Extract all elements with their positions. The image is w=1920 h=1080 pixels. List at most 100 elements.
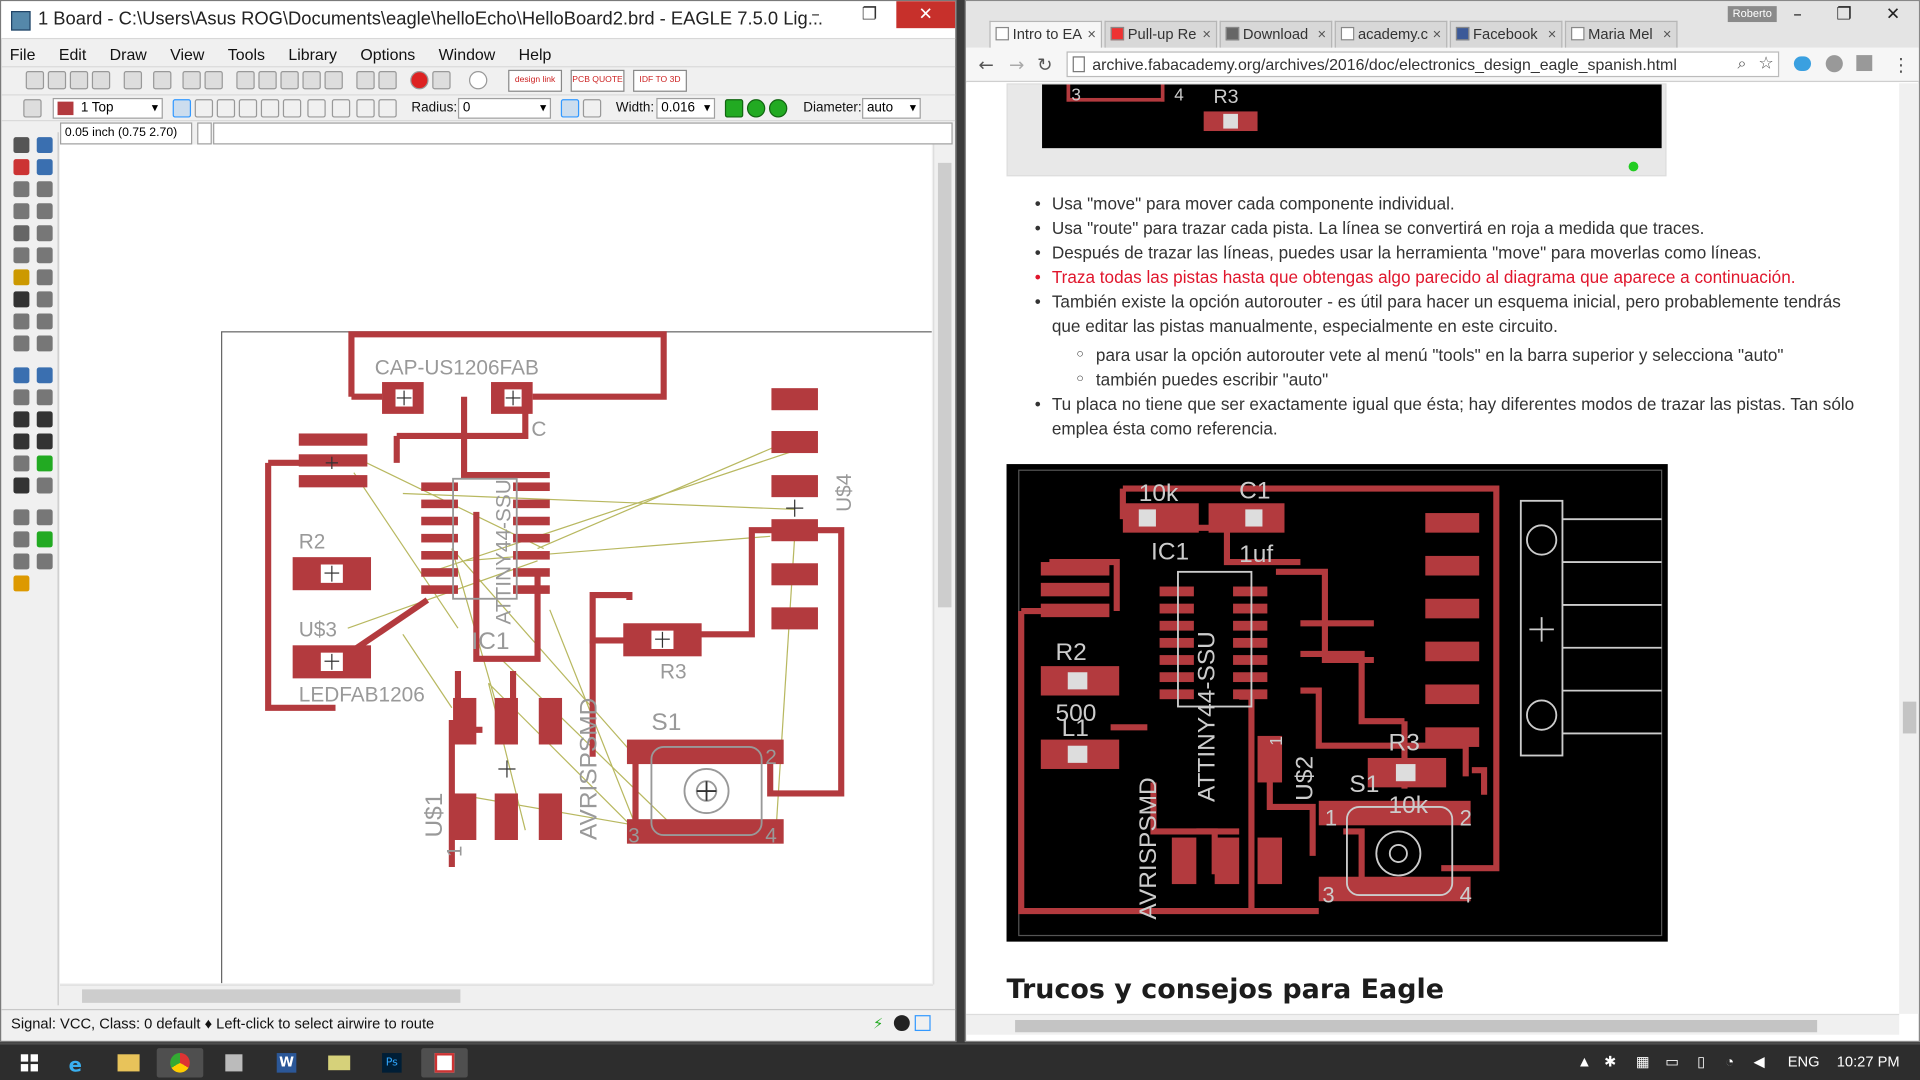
smash-tool-icon[interactable]	[36, 313, 53, 330]
browser-tab[interactable]: Facebook ×	[1449, 20, 1563, 48]
rotate-tool-icon[interactable]	[36, 203, 53, 220]
page-vertical-scrollbar[interactable]	[1899, 83, 1919, 1014]
close-button[interactable]: ✕	[896, 1, 956, 29]
paste-tool-icon[interactable]	[13, 247, 30, 264]
vertical-scroll-thumb[interactable]	[937, 162, 952, 608]
wire-bend-0-icon[interactable]	[172, 99, 192, 118]
split-tool-icon[interactable]	[36, 335, 53, 352]
show-tool-icon[interactable]	[36, 137, 53, 154]
display-icon[interactable]	[182, 71, 201, 90]
value-tool-icon[interactable]	[13, 313, 30, 330]
tray-wifi-icon[interactable]: ◔	[1725, 1053, 1734, 1070]
undo-icon[interactable]	[356, 71, 375, 90]
wire-bend-4-icon[interactable]	[260, 99, 280, 118]
rect-tool-icon[interactable]	[36, 433, 53, 450]
maximize-button[interactable]: ❐	[842, 1, 896, 28]
menu-file[interactable]: File	[1, 43, 44, 67]
canvas-vertical-scrollbar[interactable]	[933, 144, 954, 985]
change-tool-icon[interactable]	[36, 225, 53, 242]
layer-select[interactable]: 1 Top	[52, 97, 163, 119]
script-icon[interactable]	[123, 71, 143, 90]
tab-close-icon[interactable]: ×	[1318, 22, 1327, 46]
redraw-icon[interactable]	[324, 71, 343, 90]
browser-tab[interactable]: Pull-up Re ×	[1104, 20, 1218, 48]
zoom-select-icon[interactable]	[302, 71, 321, 90]
tab-close-icon[interactable]: ×	[1433, 22, 1442, 46]
signal-tool-icon[interactable]	[36, 477, 53, 494]
tab-close-icon[interactable]: ×	[1087, 22, 1096, 46]
wire-tool-icon[interactable]	[36, 389, 53, 406]
address-bar[interactable]: archive.fabacademy.org/archives/2016/doc…	[1066, 51, 1780, 78]
info-icon[interactable]	[893, 1015, 910, 1032]
name-tool-icon[interactable]	[36, 291, 53, 308]
idf-3d-button[interactable]: IDF TO 3D	[633, 69, 687, 92]
via-octagon-icon[interactable]	[768, 99, 788, 118]
photoshop-icon[interactable]: Ps	[369, 1048, 416, 1077]
profile-badge[interactable]: Roberto	[1727, 6, 1777, 23]
search-icon[interactable]: ⌕	[1738, 55, 1747, 73]
erc-tool-icon[interactable]	[13, 553, 30, 570]
ie-icon[interactable]: e	[54, 1048, 101, 1077]
miter-round-icon[interactable]	[560, 99, 580, 118]
arc-tool-icon[interactable]	[13, 433, 30, 450]
tray-chevron-icon[interactable]: ▲	[1577, 1053, 1592, 1070]
radius-select[interactable]: 0	[457, 97, 552, 119]
polygon-tool-icon[interactable]	[13, 455, 30, 472]
skype-extension-icon[interactable]	[1825, 55, 1843, 73]
browser-tab[interactable]: Maria Mel ×	[1564, 20, 1678, 48]
design-link-button[interactable]: design link	[508, 69, 563, 92]
open-icon[interactable]	[25, 71, 45, 90]
zoom-in-icon[interactable]	[258, 71, 277, 90]
command-input[interactable]	[213, 122, 953, 145]
back-icon[interactable]: ←	[978, 54, 993, 76]
menu-tools[interactable]: Tools	[219, 43, 273, 67]
menu-view[interactable]: View	[162, 43, 213, 67]
horizontal-scroll-thumb[interactable]	[82, 989, 461, 1003]
forward-icon[interactable]: →	[1009, 54, 1024, 76]
ratsnest-tool-icon[interactable]	[13, 531, 30, 548]
redo-icon[interactable]	[378, 71, 397, 90]
chrome-icon[interactable]	[156, 1048, 204, 1078]
input-language[interactable]: ENG	[1788, 1053, 1820, 1070]
browser-tab[interactable]: Intro to EA ×	[989, 20, 1103, 48]
wire-bend-8-icon[interactable]	[356, 99, 375, 118]
menu-options[interactable]: Options	[352, 43, 424, 67]
grid-icon[interactable]	[204, 71, 223, 90]
bookmark-star-icon[interactable]: ☆	[1758, 54, 1773, 74]
mirror-tool-icon[interactable]	[13, 203, 30, 220]
board-canvas[interactable]: CAP-US1206FAB C R2 U$3 LEDFAB1206 IC1 AT…	[60, 144, 932, 984]
help-icon[interactable]	[468, 71, 488, 90]
folder-icon[interactable]	[316, 1048, 363, 1077]
lock-tool-icon[interactable]	[13, 291, 30, 308]
cloud-extension-icon[interactable]	[1793, 56, 1812, 72]
lightning-icon[interactable]: ⚡	[873, 1015, 888, 1032]
menu-library[interactable]: Library	[280, 43, 346, 67]
minimize-button[interactable]: –	[789, 1, 843, 28]
page-horizontal-scrollbar[interactable]	[966, 1013, 1900, 1035]
via-round-icon[interactable]	[746, 99, 766, 118]
group-tool-icon[interactable]	[13, 225, 30, 242]
tray-volume-icon[interactable]: ◀	[1753, 1053, 1764, 1070]
command-history-button[interactable]	[197, 122, 212, 145]
browser-tab[interactable]: Download ×	[1219, 20, 1333, 48]
dimension-tool-icon[interactable]	[36, 509, 53, 526]
extension-icon[interactable]	[1856, 55, 1873, 72]
wire-bend-6-icon[interactable]	[307, 99, 326, 118]
errors-tool-icon[interactable]	[13, 575, 30, 592]
hole-tool-icon[interactable]	[13, 477, 30, 494]
miter-straight-icon[interactable]	[582, 99, 602, 118]
page-vertical-scroll-thumb[interactable]	[1902, 701, 1917, 734]
print-icon[interactable]	[69, 71, 89, 90]
miter-tool-icon[interactable]	[13, 335, 30, 352]
move-tool-icon[interactable]	[13, 181, 30, 198]
tray-battery-icon[interactable]: ▯	[1697, 1053, 1705, 1070]
ripup-tool-icon[interactable]	[13, 389, 30, 406]
chrome-minimize-button[interactable]: –	[1774, 1, 1821, 28]
via-square-icon[interactable]	[724, 99, 744, 118]
tab-close-icon[interactable]: ×	[1663, 22, 1672, 46]
tray-monitor-icon[interactable]: ▭	[1665, 1053, 1679, 1070]
wire-bend-2-icon[interactable]	[216, 99, 236, 118]
route-icon[interactable]	[914, 1015, 931, 1032]
chrome-menu-icon[interactable]: ⋮	[1892, 54, 1910, 76]
wire-bend-1-icon[interactable]	[194, 99, 214, 118]
